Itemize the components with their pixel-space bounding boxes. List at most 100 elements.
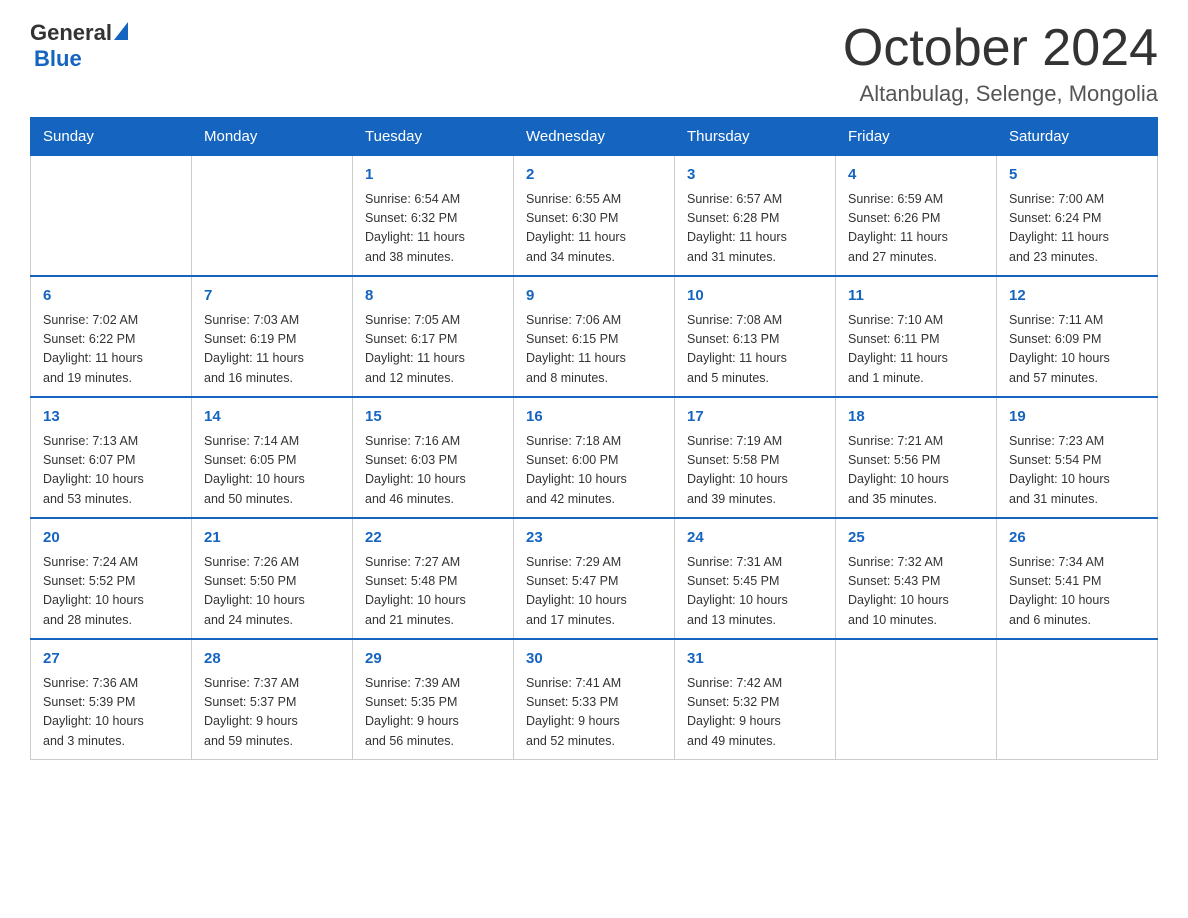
- calendar-cell: 12 Sunrise: 7:11 AM Sunset: 6:09 PM Dayli…: [997, 276, 1158, 397]
- day-number: 20: [43, 527, 179, 550]
- day-info: Sunrise: 7:06 AM Sunset: 6:15 PM Dayligh…: [526, 311, 662, 389]
- day-info: Sunrise: 7:05 AM Sunset: 6:17 PM Dayligh…: [365, 311, 501, 389]
- day-number: 4: [848, 164, 984, 187]
- day-info: Sunrise: 7:24 AM Sunset: 5:52 PM Dayligh…: [43, 553, 179, 631]
- day-number: 29: [365, 648, 501, 671]
- calendar-cell: 25Sunrise: 7:32 AM Sunset: 5:43 PM Dayli…: [836, 518, 997, 639]
- calendar-cell: 11Sunrise: 7:10 AM Sunset: 6:11 PM Dayli…: [836, 276, 997, 397]
- day-info: Sunrise: 7:00 AM Sunset: 6:24 PM Dayligh…: [1009, 190, 1145, 268]
- calendar-cell: [836, 639, 997, 760]
- calendar-cell: 21 Sunrise: 7:26 AM Sunset: 5:50 PM Dayli…: [192, 518, 353, 639]
- day-number: 18: [848, 406, 984, 429]
- day-number: 17: [687, 406, 823, 429]
- day-info: Sunrise: 7:02 AM Sunset: 6:22 PM Dayligh…: [43, 311, 179, 389]
- weekday-header-monday: Monday: [192, 118, 353, 156]
- calendar-week-row: 13Sunrise: 7:13 AM Sunset: 6:07 PM Dayli…: [31, 397, 1158, 518]
- calendar-cell: 31 Sunrise: 7:42 AM Sunset: 5:32 PM Dayli…: [675, 639, 836, 760]
- day-number: 3: [687, 164, 823, 187]
- day-number: 6: [43, 285, 179, 308]
- day-number: 11: [848, 285, 984, 308]
- weekday-header-wednesday: Wednesday: [514, 118, 675, 156]
- calendar-cell: 13Sunrise: 7:13 AM Sunset: 6:07 PM Dayli…: [31, 397, 192, 518]
- day-number: 28: [204, 648, 340, 671]
- calendar-cell: [31, 156, 192, 277]
- day-number: 24: [687, 527, 823, 550]
- calendar-header-row: SundayMondayTuesdayWednesdayThursdayFrid…: [31, 118, 1158, 156]
- calendar-cell: 5 Sunrise: 7:00 AM Sunset: 6:24 PM Daylig…: [997, 156, 1158, 277]
- day-number: 5: [1009, 164, 1145, 187]
- day-number: 2: [526, 164, 662, 187]
- calendar-week-row: 6 Sunrise: 7:02 AM Sunset: 6:22 PM Daylig…: [31, 276, 1158, 397]
- calendar-cell: 14 Sunrise: 7:14 AM Sunset: 6:05 PM Dayli…: [192, 397, 353, 518]
- day-number: 9: [526, 285, 662, 308]
- day-info: Sunrise: 7:34 AM Sunset: 5:41 PM Dayligh…: [1009, 553, 1145, 631]
- calendar-cell: 8Sunrise: 7:05 AM Sunset: 6:17 PM Daylig…: [353, 276, 514, 397]
- logo-general-text: General: [30, 20, 112, 46]
- calendar-week-row: 20 Sunrise: 7:24 AM Sunset: 5:52 PM Dayli…: [31, 518, 1158, 639]
- day-number: 7: [204, 285, 340, 308]
- calendar-cell: 17 Sunrise: 7:19 AM Sunset: 5:58 PM Dayli…: [675, 397, 836, 518]
- day-number: 1: [365, 164, 501, 187]
- day-number: 27: [43, 648, 179, 671]
- calendar-cell: [997, 639, 1158, 760]
- calendar-week-row: 1 Sunrise: 6:54 AM Sunset: 6:32 PM Daylig…: [31, 156, 1158, 277]
- day-number: 31: [687, 648, 823, 671]
- day-info: Sunrise: 7:16 AM Sunset: 6:03 PM Dayligh…: [365, 432, 501, 510]
- day-number: 22: [365, 527, 501, 550]
- logo-triangle-icon: [114, 22, 128, 40]
- day-info: Sunrise: 7:41 AM Sunset: 5:33 PM Dayligh…: [526, 674, 662, 752]
- day-info: Sunrise: 7:42 AM Sunset: 5:32 PM Dayligh…: [687, 674, 823, 752]
- logo: General Blue: [30, 20, 128, 72]
- location-title: Altanbulag, Selenge, Mongolia: [843, 81, 1158, 107]
- calendar-cell: 23Sunrise: 7:29 AM Sunset: 5:47 PM Dayli…: [514, 518, 675, 639]
- day-info: Sunrise: 7:13 AM Sunset: 6:07 PM Dayligh…: [43, 432, 179, 510]
- calendar-cell: 7 Sunrise: 7:03 AM Sunset: 6:19 PM Daylig…: [192, 276, 353, 397]
- calendar-cell: 10Sunrise: 7:08 AM Sunset: 6:13 PM Dayli…: [675, 276, 836, 397]
- calendar-cell: 15Sunrise: 7:16 AM Sunset: 6:03 PM Dayli…: [353, 397, 514, 518]
- calendar-cell: 16 Sunrise: 7:18 AM Sunset: 6:00 PM Dayli…: [514, 397, 675, 518]
- day-number: 19: [1009, 406, 1145, 429]
- day-info: Sunrise: 6:54 AM Sunset: 6:32 PM Dayligh…: [365, 190, 501, 268]
- calendar-cell: 1 Sunrise: 6:54 AM Sunset: 6:32 PM Daylig…: [353, 156, 514, 277]
- day-info: Sunrise: 7:18 AM Sunset: 6:00 PM Dayligh…: [526, 432, 662, 510]
- calendar-cell: 22Sunrise: 7:27 AM Sunset: 5:48 PM Dayli…: [353, 518, 514, 639]
- calendar-cell: 28 Sunrise: 7:37 AM Sunset: 5:37 PM Dayli…: [192, 639, 353, 760]
- day-info: Sunrise: 6:55 AM Sunset: 6:30 PM Dayligh…: [526, 190, 662, 268]
- day-info: Sunrise: 7:11 AM Sunset: 6:09 PM Dayligh…: [1009, 311, 1145, 389]
- calendar-cell: 24Sunrise: 7:31 AM Sunset: 5:45 PM Dayli…: [675, 518, 836, 639]
- weekday-header-friday: Friday: [836, 118, 997, 156]
- page-header: General Blue October 2024 Altanbulag, Se…: [30, 20, 1158, 107]
- day-info: Sunrise: 7:36 AM Sunset: 5:39 PM Dayligh…: [43, 674, 179, 752]
- day-number: 26: [1009, 527, 1145, 550]
- weekday-header-thursday: Thursday: [675, 118, 836, 156]
- day-info: Sunrise: 7:37 AM Sunset: 5:37 PM Dayligh…: [204, 674, 340, 752]
- day-number: 14: [204, 406, 340, 429]
- day-info: Sunrise: 7:19 AM Sunset: 5:58 PM Dayligh…: [687, 432, 823, 510]
- logo-blue-text: Blue: [34, 46, 82, 72]
- calendar-cell: [192, 156, 353, 277]
- day-number: 25: [848, 527, 984, 550]
- calendar-cell: 27 Sunrise: 7:36 AM Sunset: 5:39 PM Dayli…: [31, 639, 192, 760]
- calendar-cell: 20 Sunrise: 7:24 AM Sunset: 5:52 PM Dayli…: [31, 518, 192, 639]
- calendar-cell: 18 Sunrise: 7:21 AM Sunset: 5:56 PM Dayli…: [836, 397, 997, 518]
- calendar-cell: 29Sunrise: 7:39 AM Sunset: 5:35 PM Dayli…: [353, 639, 514, 760]
- day-info: Sunrise: 7:21 AM Sunset: 5:56 PM Dayligh…: [848, 432, 984, 510]
- day-info: Sunrise: 7:14 AM Sunset: 6:05 PM Dayligh…: [204, 432, 340, 510]
- day-number: 12: [1009, 285, 1145, 308]
- day-info: Sunrise: 7:29 AM Sunset: 5:47 PM Dayligh…: [526, 553, 662, 631]
- day-info: Sunrise: 6:57 AM Sunset: 6:28 PM Dayligh…: [687, 190, 823, 268]
- day-info: Sunrise: 7:03 AM Sunset: 6:19 PM Dayligh…: [204, 311, 340, 389]
- day-info: Sunrise: 7:26 AM Sunset: 5:50 PM Dayligh…: [204, 553, 340, 631]
- weekday-header-saturday: Saturday: [997, 118, 1158, 156]
- calendar-table: SundayMondayTuesdayWednesdayThursdayFrid…: [30, 117, 1158, 760]
- weekday-header-sunday: Sunday: [31, 118, 192, 156]
- weekday-header-tuesday: Tuesday: [353, 118, 514, 156]
- calendar-cell: 30 Sunrise: 7:41 AM Sunset: 5:33 PM Dayli…: [514, 639, 675, 760]
- day-number: 16: [526, 406, 662, 429]
- day-info: Sunrise: 7:08 AM Sunset: 6:13 PM Dayligh…: [687, 311, 823, 389]
- day-number: 21: [204, 527, 340, 550]
- day-number: 30: [526, 648, 662, 671]
- calendar-cell: 6 Sunrise: 7:02 AM Sunset: 6:22 PM Daylig…: [31, 276, 192, 397]
- calendar-cell: 3 Sunrise: 6:57 AM Sunset: 6:28 PM Daylig…: [675, 156, 836, 277]
- title-block: October 2024 Altanbulag, Selenge, Mongol…: [843, 20, 1158, 107]
